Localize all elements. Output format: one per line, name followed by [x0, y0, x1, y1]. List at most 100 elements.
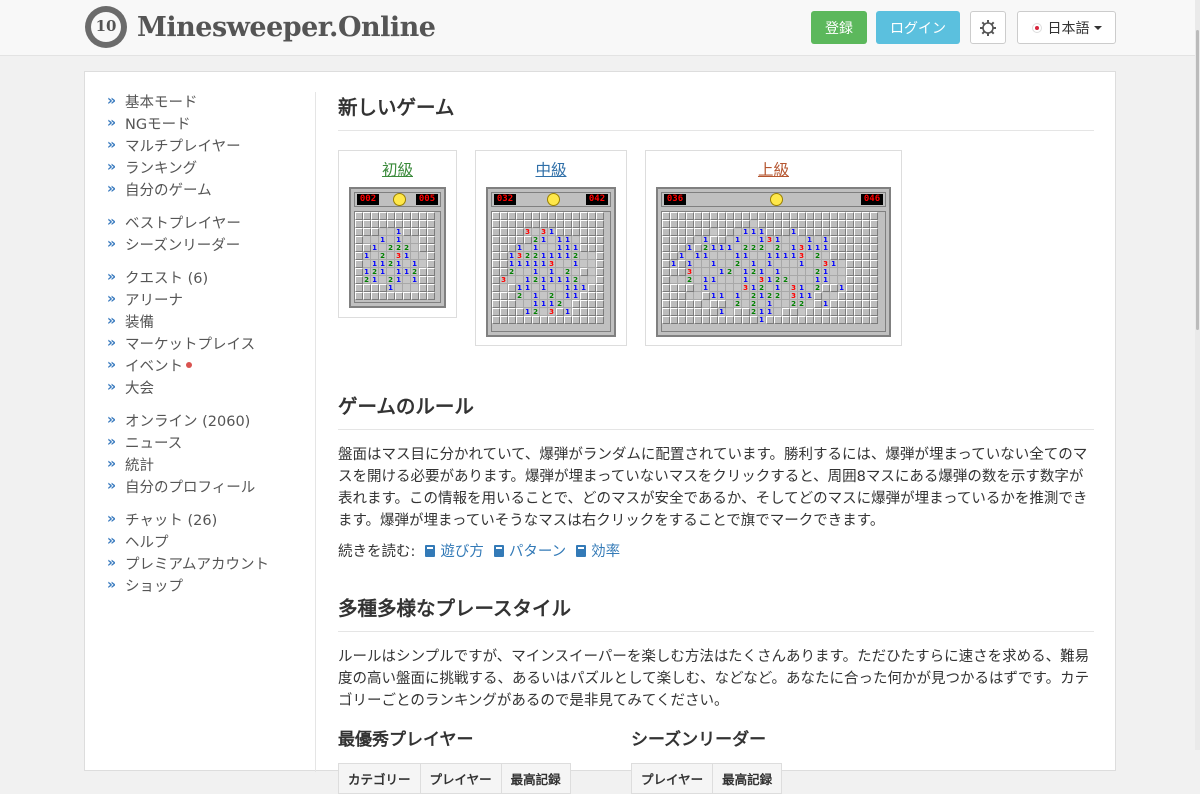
- board-cell[interactable]: [750, 252, 758, 260]
- board-cell[interactable]: 1: [686, 244, 694, 252]
- board-cell[interactable]: 1: [734, 292, 742, 300]
- board-cell[interactable]: [379, 276, 387, 284]
- board-cell[interactable]: [596, 212, 604, 220]
- board-cell[interactable]: [427, 284, 435, 292]
- board-cell[interactable]: [355, 276, 363, 284]
- board-cell[interactable]: [588, 228, 596, 236]
- board-cell[interactable]: [694, 292, 702, 300]
- board-cell[interactable]: [500, 300, 508, 308]
- board-cell[interactable]: [532, 316, 540, 324]
- board-cell[interactable]: [806, 308, 814, 316]
- intermediate-link[interactable]: 中級: [476, 158, 626, 180]
- board-cell[interactable]: [806, 220, 814, 228]
- board-cell[interactable]: [870, 276, 878, 284]
- board-cell[interactable]: 1: [742, 268, 750, 276]
- board-cell[interactable]: [830, 252, 838, 260]
- board-cell[interactable]: 1: [524, 284, 532, 292]
- board-cell[interactable]: [411, 212, 419, 220]
- board-cell[interactable]: 1: [766, 300, 774, 308]
- board-cell[interactable]: [524, 300, 532, 308]
- board-cell[interactable]: [556, 228, 564, 236]
- board-cell[interactable]: [838, 228, 846, 236]
- board-cell[interactable]: 2: [734, 260, 742, 268]
- board-cell[interactable]: [838, 276, 846, 284]
- board-cell[interactable]: [774, 220, 782, 228]
- board-cell[interactable]: [710, 316, 718, 324]
- board-cell[interactable]: [870, 284, 878, 292]
- board-cell[interactable]: [355, 292, 363, 300]
- board-cell[interactable]: 1: [411, 260, 419, 268]
- board-cell[interactable]: 1: [822, 268, 830, 276]
- board-cell[interactable]: [419, 220, 427, 228]
- board-cell[interactable]: [750, 276, 758, 284]
- board-cell[interactable]: 1: [806, 292, 814, 300]
- board-cell[interactable]: [670, 236, 678, 244]
- board-cell[interactable]: [548, 284, 556, 292]
- board-cell[interactable]: [790, 260, 798, 268]
- expert-card[interactable]: 上級 036 046 11111113111121112222131111111…: [645, 150, 902, 346]
- board-cell[interactable]: [678, 316, 686, 324]
- beginner-grid[interactable]: 1111222123111211121112212111: [354, 211, 441, 303]
- board-cell[interactable]: [492, 292, 500, 300]
- board-cell[interactable]: [854, 308, 862, 316]
- board-cell[interactable]: [355, 244, 363, 252]
- board-cell[interactable]: 2: [572, 276, 580, 284]
- board-cell[interactable]: 1: [750, 228, 758, 236]
- board-cell[interactable]: [846, 244, 854, 252]
- board-cell[interactable]: [500, 316, 508, 324]
- board-cell[interactable]: 3: [500, 276, 508, 284]
- board-cell[interactable]: [678, 220, 686, 228]
- board-cell[interactable]: [419, 276, 427, 284]
- board-cell[interactable]: 1: [403, 268, 411, 276]
- board-cell[interactable]: 1: [564, 252, 572, 260]
- board-cell[interactable]: [830, 212, 838, 220]
- board-cell[interactable]: 2: [508, 268, 516, 276]
- board-cell[interactable]: [830, 284, 838, 292]
- board-cell[interactable]: [830, 228, 838, 236]
- intermediate-card[interactable]: 中級 032 042 33121111111113221111211111312…: [475, 150, 627, 346]
- board-cell[interactable]: 1: [774, 268, 782, 276]
- board-cell[interactable]: [870, 220, 878, 228]
- board-cell[interactable]: 1: [710, 260, 718, 268]
- sidebar-item[interactable]: » 自分のプロフィール: [107, 475, 307, 497]
- board-cell[interactable]: [718, 228, 726, 236]
- board-cell[interactable]: 1: [758, 308, 766, 316]
- board-cell[interactable]: [862, 316, 870, 324]
- board-cell[interactable]: [355, 284, 363, 292]
- board-cell[interactable]: 1: [774, 236, 782, 244]
- board-cell[interactable]: 1: [403, 252, 411, 260]
- board-cell[interactable]: [508, 212, 516, 220]
- board-cell[interactable]: [718, 236, 726, 244]
- board-cell[interactable]: [766, 228, 774, 236]
- board-cell[interactable]: [734, 212, 742, 220]
- sidebar-item[interactable]: » 基本モード: [107, 90, 307, 112]
- board-cell[interactable]: [710, 236, 718, 244]
- board-cell[interactable]: [532, 228, 540, 236]
- board-cell[interactable]: [355, 268, 363, 276]
- board-cell[interactable]: [588, 220, 596, 228]
- board-cell[interactable]: [427, 228, 435, 236]
- board-cell[interactable]: 2: [742, 244, 750, 252]
- board-cell[interactable]: [862, 276, 870, 284]
- board-cell[interactable]: 3: [548, 308, 556, 316]
- board-cell[interactable]: [846, 300, 854, 308]
- board-cell[interactable]: [798, 276, 806, 284]
- board-cell[interactable]: [854, 252, 862, 260]
- board-cell[interactable]: [758, 220, 766, 228]
- board-cell[interactable]: [854, 236, 862, 244]
- board-cell[interactable]: 1: [710, 276, 718, 284]
- board-cell[interactable]: [403, 236, 411, 244]
- board-cell[interactable]: 2: [532, 276, 540, 284]
- board-cell[interactable]: 1: [532, 300, 540, 308]
- board-cell[interactable]: 2: [726, 268, 734, 276]
- board-cell[interactable]: [854, 284, 862, 292]
- board-cell[interactable]: 1: [540, 284, 548, 292]
- board-cell[interactable]: [846, 276, 854, 284]
- board-cell[interactable]: [540, 316, 548, 324]
- board-cell[interactable]: [806, 228, 814, 236]
- board-cell[interactable]: [870, 244, 878, 252]
- board-cell[interactable]: [774, 300, 782, 308]
- board-cell[interactable]: [588, 284, 596, 292]
- board-cell[interactable]: 2: [774, 276, 782, 284]
- board-cell[interactable]: [492, 220, 500, 228]
